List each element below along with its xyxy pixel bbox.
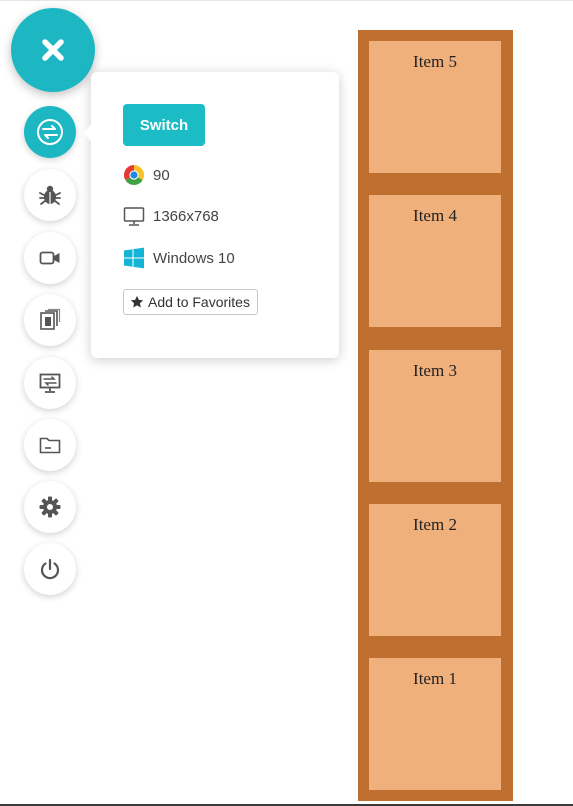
item-3[interactable]: Item 3 (369, 350, 501, 482)
item-1[interactable]: Item 1 (369, 658, 501, 790)
switch-icon (37, 119, 63, 145)
windows-icon (123, 247, 145, 269)
item-label: Item 4 (413, 206, 457, 225)
item-4[interactable]: Item 4 (369, 195, 501, 327)
video-button[interactable] (24, 232, 76, 284)
popover-arrow (83, 124, 92, 142)
item-2[interactable]: Item 2 (369, 504, 501, 636)
switch-button[interactable]: Switch (123, 104, 205, 146)
gallery-button[interactable] (24, 294, 76, 346)
close-icon (42, 39, 64, 61)
power-button[interactable] (24, 543, 76, 595)
browser-version: 90 (153, 166, 170, 184)
add-to-favorites-button[interactable]: Add to Favorites (123, 289, 258, 315)
settings-button[interactable] (24, 481, 76, 533)
browser-version-row: 90 (123, 164, 170, 186)
switch-browser-button[interactable] (24, 106, 76, 158)
remote-desktop-icon (39, 373, 61, 393)
top-border (0, 0, 573, 1)
item-label: Item 1 (413, 669, 457, 688)
item-label: Item 2 (413, 515, 457, 534)
folder-icon (39, 437, 61, 454)
item-label: Item 3 (413, 361, 457, 380)
star-icon (130, 295, 144, 308)
power-icon (40, 558, 60, 580)
bug-icon (39, 185, 61, 205)
browser-info-popover: Switch 90 1366x768 Windows 10 Add to Fav… (91, 72, 339, 358)
os-name: Windows 10 (153, 249, 235, 267)
item-5[interactable]: Item 5 (369, 41, 501, 173)
monitor-icon (123, 205, 145, 227)
chrome-icon (123, 164, 145, 186)
folder-button[interactable] (24, 419, 76, 471)
favorites-label: Add to Favorites (148, 294, 250, 310)
item-column: Item 5 Item 4 Item 3 Item 2 Item 1 (358, 30, 513, 801)
resolution-row: 1366x768 (123, 205, 219, 227)
item-label: Item 5 (413, 52, 457, 71)
gear-icon (39, 496, 61, 518)
os-row: Windows 10 (123, 247, 235, 269)
gallery-icon (40, 308, 61, 330)
bug-report-button[interactable] (24, 169, 76, 221)
close-menu-button[interactable] (11, 8, 95, 92)
remote-desktop-button[interactable] (24, 357, 76, 409)
resolution: 1366x768 (153, 207, 219, 225)
video-icon (39, 251, 60, 265)
